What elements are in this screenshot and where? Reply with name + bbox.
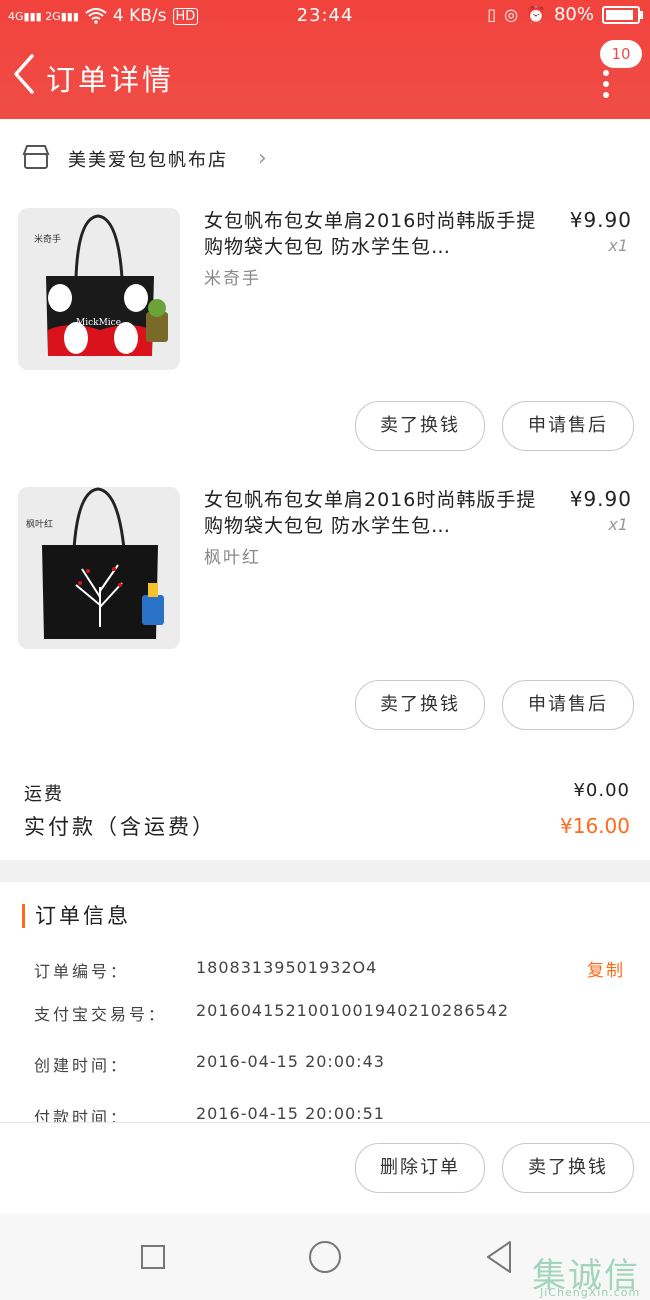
item-price: ¥9.90 [569,208,632,232]
section-divider [0,860,650,882]
header: 4G▮▮▮ 2G▮▮▮ 4 KB/s HD 23:44 ▯ ◎ ⏰ 80% 订单… [0,0,650,119]
item-variant: 枫叶红 [204,548,261,568]
item-quantity: x1 [608,515,628,534]
amount-paid-value: ¥16.00 [560,814,630,838]
rotation-lock-icon: ◎ [504,5,519,24]
copy-button[interactable]: 复制 [587,956,625,981]
sell-for-cash-button[interactable]: 卖了换钱 [355,680,485,730]
order-number-value: 18083139501932O4 [196,958,378,977]
shipping-label: 运费 [24,784,64,805]
home-icon[interactable] [308,1240,342,1274]
more-menu-icon[interactable] [601,70,611,98]
message-count-badge[interactable]: 10 [600,40,642,68]
order-number-label: 订单编号： [34,962,130,981]
created-time-label: 创建时间： [34,1056,130,1075]
alipay-trade-no-label: 支付宝交易号： [34,1005,168,1024]
back-nav-icon[interactable] [484,1240,514,1274]
alipay-trade-no-value: 2016041521001001940210286542 [196,1001,510,1020]
item-variant: 米奇手 [204,269,261,289]
amount-paid-label: 实付款（含运费） [24,815,216,839]
shop-row[interactable]: 美美爱包包帆布店 › [0,138,650,180]
vibrate-icon: ▯ [487,5,497,24]
order-info-title: 订单信息 [22,904,131,928]
recent-apps-icon[interactable] [140,1244,166,1270]
chevron-right-icon: › [258,146,267,171]
svg-text:MickMice: MickMice [76,318,121,328]
status-bar-right: ▯ ◎ ⏰ 80% [487,4,643,25]
store-icon [22,145,50,169]
after-sales-button[interactable]: 申请售后 [502,680,634,730]
sell-for-cash-button[interactable]: 卖了换钱 [502,1143,634,1193]
after-sales-button[interactable]: 申请售后 [502,401,634,451]
delete-order-button[interactable]: 删除订单 [355,1143,485,1193]
product-thumbnail[interactable]: MickMice 米奇手 [18,208,180,370]
sell-for-cash-button[interactable]: 卖了换钱 [355,401,485,451]
thumb-label: 米奇手 [34,235,62,245]
watermark-url: JiChengXin.com [540,1286,641,1299]
battery-percent: 80% [553,4,594,25]
alarm-icon: ⏰ [526,5,546,24]
bottom-action-bar: 删除订单 卖了换钱 [0,1122,650,1215]
item-title[interactable]: 女包帆布包女单肩2016时尚韩版手提购物袋大包包 防水学生包… [204,208,544,260]
item-quantity: x1 [608,236,628,255]
item-title[interactable]: 女包帆布包女单肩2016时尚韩版手提购物袋大包包 防水学生包… [204,487,544,539]
product-thumbnail[interactable]: 枫叶红 [18,487,180,649]
battery-icon [602,5,643,24]
paid-time-value: 2016-04-15 20:00:51 [196,1104,385,1123]
shipping-value: ¥0.00 [573,780,630,801]
created-time-value: 2016-04-15 20:00:43 [196,1052,385,1071]
thumb-label: 枫叶红 [26,520,54,530]
item-price: ¥9.90 [569,487,632,511]
page-title: 订单详情 [46,63,175,97]
back-arrow-icon[interactable] [8,52,42,96]
shop-name: 美美爱包包帆布店 [68,150,228,171]
